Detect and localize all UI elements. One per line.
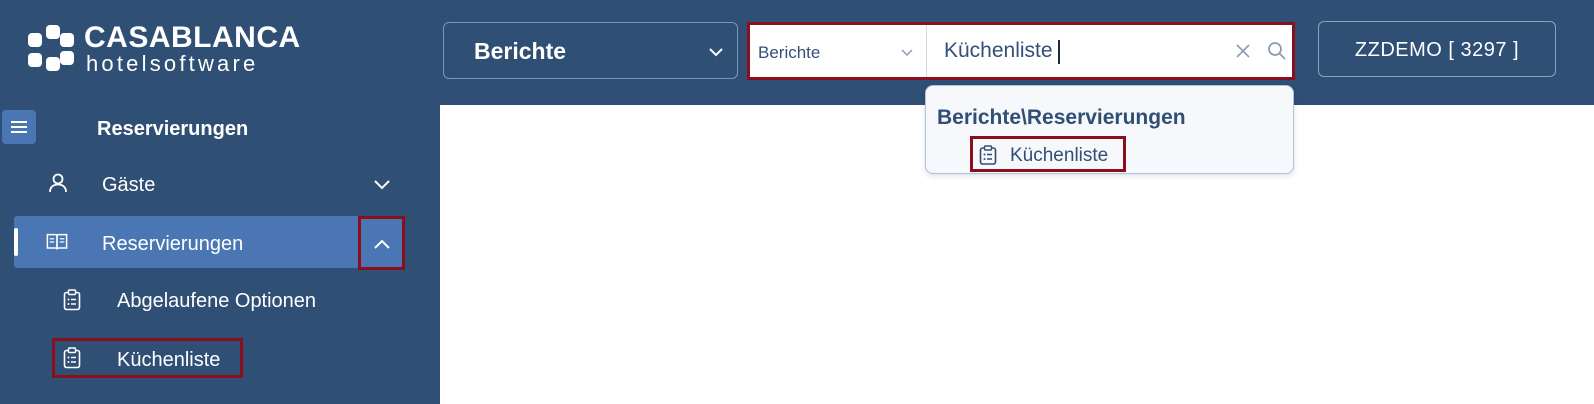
- search-results-dropdown: Berichte\Reservierungen Küchenliste: [925, 85, 1294, 174]
- chevron-down-icon: [901, 49, 913, 57]
- brand-subtitle: hotelsoftware: [86, 51, 259, 76]
- chevron-up-icon: [374, 239, 390, 249]
- chevron-down-icon: [709, 48, 723, 57]
- app-logo[interactable]: CASABLANCA hotelsoftware: [28, 22, 308, 78]
- sidebar-subitem-kuechenliste[interactable]: Küchenliste: [52, 338, 243, 378]
- user-account-button[interactable]: ZZDEMO [ 3297 ]: [1318, 21, 1556, 77]
- clipboard-list-icon: [979, 145, 997, 165]
- sidebar-subitem-label: Küchenliste: [117, 349, 221, 371]
- clear-icon[interactable]: [1235, 43, 1251, 59]
- logo-mark-icon: [28, 25, 74, 75]
- book-icon: [46, 233, 68, 250]
- clipboard-list-icon: [63, 347, 81, 369]
- chevron-down-icon[interactable]: [373, 178, 391, 192]
- clipboard-list-icon: [63, 289, 81, 311]
- sidebar-item-reservierungen[interactable]: Reservierungen: [14, 216, 405, 270]
- search-result-label: Küchenliste: [1010, 145, 1109, 166]
- module-select-value: Berichte: [474, 38, 567, 64]
- result-group-heading: Berichte\Reservierungen: [937, 106, 1186, 129]
- text-cursor: [1058, 40, 1060, 64]
- sidebar-section-title: Reservierungen: [97, 118, 249, 140]
- search-input[interactable]: [928, 25, 1228, 77]
- sidebar-item-gaeste[interactable]: Gäste: [40, 165, 400, 205]
- brand-title: CASABLANCA: [84, 21, 301, 54]
- active-indicator: [14, 228, 18, 256]
- menu-toggle-button[interactable]: [2, 110, 36, 144]
- search-scope-value: Berichte: [758, 43, 821, 62]
- sidebar-subitem-label: Abgelaufene Optionen: [117, 290, 317, 312]
- search-scope-select[interactable]: Berichte: [750, 25, 927, 77]
- search-group: Berichte: [747, 22, 1295, 80]
- collapse-toggle-button[interactable]: [358, 216, 405, 270]
- user-icon: [49, 173, 67, 193]
- sidebar-item-label: Gäste: [102, 174, 156, 196]
- module-select[interactable]: Berichte: [443, 22, 738, 79]
- sidebar-item-label: Reservierungen: [102, 233, 244, 255]
- sidebar-subitem-abgelaufene-optionen[interactable]: Abgelaufene Optionen: [55, 285, 395, 317]
- search-icon[interactable]: [1267, 41, 1287, 61]
- search-result-kuechenliste[interactable]: Küchenliste: [970, 136, 1126, 172]
